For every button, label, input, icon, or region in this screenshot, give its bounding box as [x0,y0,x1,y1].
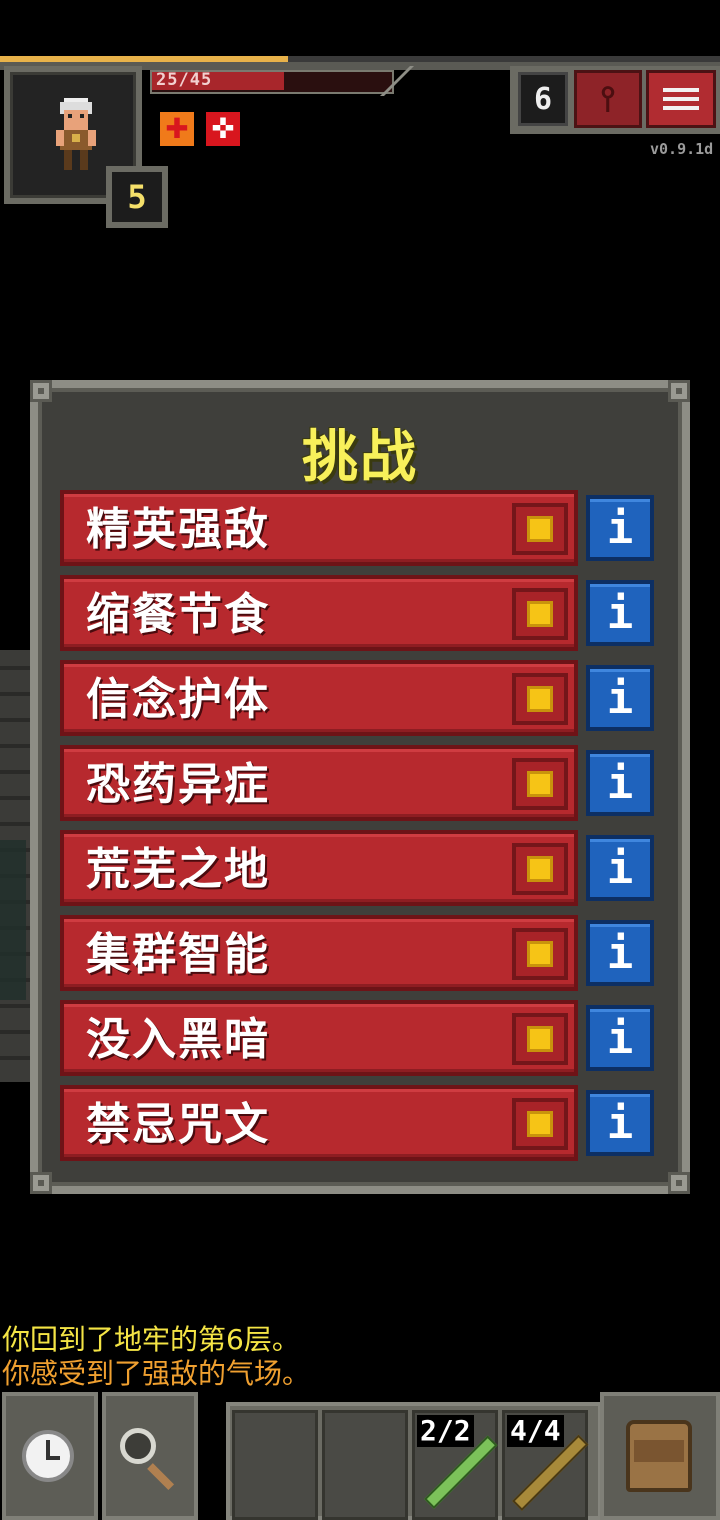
challenge-checkbox[interactable] [512,758,568,810]
wand-charges: 2/2 [417,1415,474,1447]
quickslot-4[interactable]: 4/4 [502,1410,589,1520]
challenge-row[interactable]: 禁忌咒文 [60,1085,578,1161]
dialog-corner [30,380,52,402]
dialog-corner [668,1172,690,1194]
challenge-checkbox[interactable] [512,588,568,640]
quickslot-1[interactable] [232,1410,318,1520]
challenge-label: 荒芜之地 [86,844,270,895]
checked-icon [527,1026,553,1052]
challenge-info-button[interactable]: i [586,495,654,561]
game-log-line: 你感受到了强敌的气场。 [2,1357,311,1390]
challenge-checkbox[interactable] [512,843,568,895]
dialog-title: 挑战 [302,425,418,490]
challenge-label: 集群智能 [86,929,270,980]
challenge-checkbox[interactable] [512,673,568,725]
dialog-corner [30,1172,52,1194]
challenge-checkbox[interactable] [512,503,568,555]
health-text: 25/45 [156,70,213,90]
wand-charges: 4/4 [507,1415,564,1447]
checked-icon [527,856,553,882]
key-icon: ⫯ [600,79,616,119]
challenge-info-button[interactable]: i [586,665,654,731]
challenge-row[interactable]: 荒芜之地 [60,830,578,906]
checked-icon [527,686,553,712]
checked-icon [527,601,553,627]
challenge-row[interactable]: 没入黑暗 [60,1000,578,1076]
challenge-checkbox[interactable] [512,928,568,980]
version-label: v0.9.1d [650,140,714,158]
challenge-row[interactable]: 缩餐节食 [60,575,578,651]
challenge-info-button[interactable]: i [586,580,654,646]
hero-level-badge: 5 [106,166,168,228]
journal-button[interactable]: ⫯ [574,70,642,128]
checked-icon [527,771,553,797]
hero-avatar [56,98,96,170]
challenge-label: 恐药异症 [86,759,270,810]
challenge-info-button[interactable]: i [586,1005,654,1071]
menu-icon [663,88,699,92]
challenge-info-button[interactable]: i [586,750,654,816]
challenge-label: 没入黑暗 [86,1014,270,1065]
search-icon [120,1428,156,1464]
dialog-corner [668,380,690,402]
cross-icon[interactable]: ✜ [206,112,240,146]
challenge-label: 缩餐节食 [86,589,270,640]
challenge-info-button[interactable]: i [586,835,654,901]
menu-button[interactable] [646,70,716,128]
plus-icon[interactable]: ✚ [160,112,194,146]
checked-icon [527,941,553,967]
checked-icon [527,516,553,542]
depth-indicator: 6 [518,72,568,126]
quickslot-3[interactable]: 2/2 [412,1410,498,1520]
challenge-label: 精英强敌 [86,504,270,555]
challenge-checkbox[interactable] [512,1013,568,1065]
dungeon-water [0,840,26,1000]
challenge-row[interactable]: 精英强敌 [60,490,578,566]
challenge-row[interactable]: 信念护体 [60,660,578,736]
challenge-checkbox[interactable] [512,1098,568,1150]
challenge-label: 信念护体 [86,674,270,725]
challenge-info-button[interactable]: i [586,1090,654,1156]
checked-icon [527,1111,553,1137]
hp-bar-frame-icon [380,66,414,96]
challenge-row[interactable]: 恐药异症 [60,745,578,821]
challenge-row[interactable]: 集群智能 [60,915,578,991]
challenge-label: 禁忌咒文 [86,1099,270,1150]
quickslot-2[interactable] [322,1410,408,1520]
challenge-info-button[interactable]: i [586,920,654,986]
